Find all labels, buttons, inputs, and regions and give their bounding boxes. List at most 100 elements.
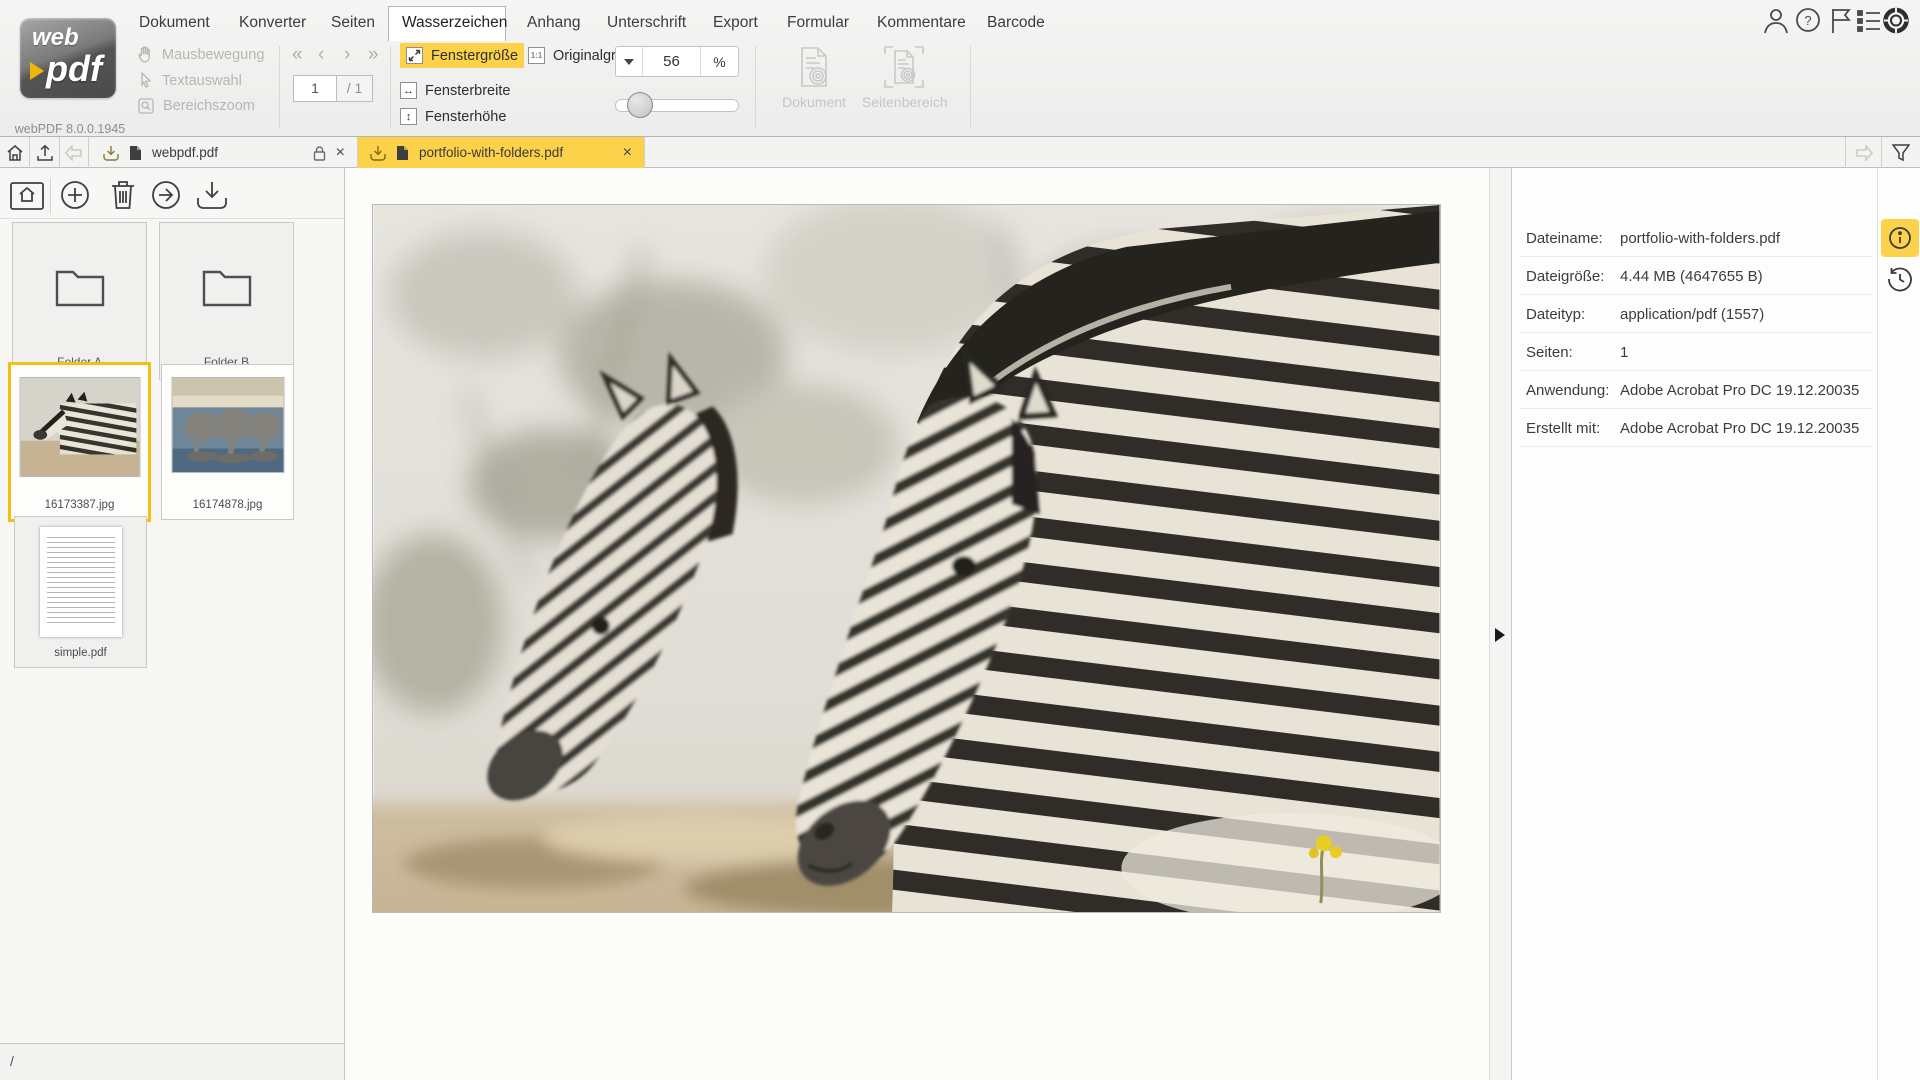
previous-page-button[interactable]: ‹ bbox=[318, 44, 324, 66]
support-button[interactable] bbox=[1883, 7, 1909, 39]
bereichszoom-button[interactable]: Bereichszoom bbox=[138, 98, 255, 114]
zoom-slider-knob[interactable] bbox=[627, 92, 653, 118]
upload-icon bbox=[36, 144, 54, 162]
watermark-pagerange-button[interactable]: Seitenbereich bbox=[862, 46, 946, 110]
file-label: 16173387.jpg bbox=[11, 499, 148, 511]
arrow-right-circle-icon bbox=[151, 180, 181, 210]
fit-width-button[interactable]: ↔ Fensterbreite bbox=[400, 82, 510, 99]
tab-wasserzeichen[interactable]: Wasserzeichen bbox=[402, 14, 507, 32]
last-page-button[interactable]: » bbox=[368, 44, 379, 66]
tab-dokument[interactable]: Dokument bbox=[139, 14, 210, 32]
download-tray-icon bbox=[196, 180, 228, 210]
filter-button[interactable] bbox=[1882, 137, 1920, 168]
forward-arrow-icon bbox=[1854, 145, 1874, 161]
home-button[interactable] bbox=[0, 137, 30, 168]
zoom-dropdown-button[interactable] bbox=[616, 47, 643, 76]
current-page-input[interactable]: 1 bbox=[293, 75, 337, 102]
zoom-value-input[interactable] bbox=[643, 47, 701, 76]
tab2-close-button[interactable]: × bbox=[623, 144, 632, 162]
fit-height-label: Fensterhöhe bbox=[425, 109, 506, 125]
page-navigation: 1 / 1 bbox=[293, 75, 373, 102]
app-version: webPDF 8.0.0.1945 bbox=[12, 122, 128, 136]
tab-barcode[interactable]: Barcode bbox=[987, 14, 1045, 32]
zoom-area-icon bbox=[138, 98, 154, 114]
upload-button[interactable] bbox=[30, 137, 60, 168]
file-icon bbox=[129, 145, 142, 161]
fit-window-button[interactable]: Fenstergröße bbox=[400, 43, 524, 68]
flag-icon bbox=[1830, 7, 1852, 34]
watermark-document-button[interactable]: Dokument bbox=[772, 46, 856, 110]
folder-item-a[interactable]: Folder A bbox=[12, 222, 147, 380]
next-page-button[interactable]: › bbox=[344, 44, 350, 66]
tab1-title: webpdf.pdf bbox=[152, 145, 218, 160]
tab-konverter[interactable]: Konverter bbox=[239, 14, 306, 32]
ribbon-separator bbox=[755, 46, 756, 128]
home-icon bbox=[6, 144, 24, 162]
tab-export[interactable]: Export bbox=[713, 14, 758, 32]
lifebuoy-icon bbox=[1883, 7, 1909, 34]
tab-unterschrift[interactable]: Unterschrift bbox=[607, 14, 686, 32]
fit-window-label: Fenstergröße bbox=[431, 48, 518, 64]
portfolio-sidebar: Folder A Folder B 16173387.jpg bbox=[0, 168, 345, 1080]
forward-button[interactable] bbox=[1845, 137, 1882, 168]
file-item-selected[interactable]: 16173387.jpg bbox=[8, 362, 151, 522]
document-tab-webpdf[interactable]: webpdf.pdf × bbox=[89, 137, 358, 168]
log-list-button[interactable] bbox=[1857, 7, 1881, 39]
folder-item-b[interactable]: Folder B bbox=[159, 222, 294, 380]
add-file-button[interactable] bbox=[60, 180, 90, 215]
mausbewegung-button[interactable]: Mausbewegung bbox=[138, 46, 264, 63]
history-icon bbox=[1887, 266, 1913, 292]
file-label: 16174878.jpg bbox=[162, 499, 293, 511]
info-row: Erstellt mit: Adobe Acrobat Pro DC 19.12… bbox=[1520, 409, 1872, 447]
extract-file-button[interactable] bbox=[151, 180, 181, 215]
tab1-close-button[interactable]: × bbox=[336, 144, 345, 162]
file-label: simple.pdf bbox=[15, 647, 146, 659]
panel-icon-strip bbox=[1877, 168, 1920, 1080]
document-tab-portfolio[interactable]: portfolio-with-folders.pdf × bbox=[358, 137, 645, 168]
info-value: application/pdf (1557) bbox=[1620, 306, 1764, 323]
file-item[interactable]: 16174878.jpg bbox=[161, 364, 294, 520]
ribbon: web pdf webPDF 8.0.0.1945 Dokument Konve… bbox=[0, 0, 1920, 137]
info-row: Dateigröße: 4.44 MB (4647655 B) bbox=[1520, 257, 1872, 295]
folder-up-button[interactable] bbox=[10, 180, 44, 215]
info-tab-button[interactable] bbox=[1881, 219, 1919, 257]
user-account-button[interactable] bbox=[1763, 7, 1789, 39]
tab-seiten[interactable]: Seiten bbox=[331, 14, 375, 32]
back-button[interactable] bbox=[60, 137, 89, 168]
current-path: / bbox=[10, 1053, 14, 1069]
help-button[interactable]: ? bbox=[1795, 7, 1821, 39]
svg-text:?: ? bbox=[1804, 13, 1811, 28]
panel-divider[interactable] bbox=[1490, 168, 1512, 1080]
trash-icon bbox=[110, 180, 136, 210]
delete-file-button[interactable] bbox=[110, 180, 136, 215]
watermark-document-label: Dokument bbox=[782, 94, 846, 110]
download-icon bbox=[103, 145, 119, 161]
sidebar-toolbar bbox=[0, 176, 344, 218]
info-value: 1 bbox=[1620, 344, 1628, 361]
tab-kommentare[interactable]: Kommentare bbox=[877, 14, 966, 32]
history-tab-button[interactable] bbox=[1884, 263, 1916, 295]
tab-formular[interactable]: Formular bbox=[787, 14, 849, 32]
filter-funnel-icon bbox=[1892, 144, 1910, 162]
info-row: Dateiname: portfolio-with-folders.pdf bbox=[1520, 219, 1872, 257]
fit-width-label: Fensterbreite bbox=[425, 83, 510, 99]
list-icon bbox=[1857, 7, 1881, 34]
zoom-unit-label: % bbox=[701, 47, 738, 76]
cursor-icon bbox=[138, 72, 153, 89]
feedback-button[interactable] bbox=[1830, 7, 1852, 39]
fit-height-button[interactable]: ↕ Fensterhöhe bbox=[400, 108, 506, 125]
first-page-button[interactable]: « bbox=[292, 44, 303, 66]
download-file-button[interactable] bbox=[196, 180, 228, 215]
hand-icon bbox=[138, 46, 153, 63]
info-value: Adobe Acrobat Pro DC 19.12.20035 bbox=[1620, 420, 1859, 437]
textauswahl-button[interactable]: Textauswahl bbox=[138, 72, 242, 89]
document-viewport[interactable] bbox=[345, 168, 1490, 1080]
collapse-handle-icon[interactable] bbox=[1495, 628, 1505, 642]
webpdf-logo: web pdf bbox=[20, 18, 116, 98]
info-label: Seiten: bbox=[1526, 344, 1573, 361]
page-total-label: / 1 bbox=[337, 75, 373, 102]
file-item[interactable]: simple.pdf bbox=[14, 516, 147, 668]
tab-anhang[interactable]: Anhang bbox=[527, 14, 580, 32]
help-icon: ? bbox=[1795, 7, 1821, 34]
zebra-photo-page bbox=[372, 204, 1441, 913]
